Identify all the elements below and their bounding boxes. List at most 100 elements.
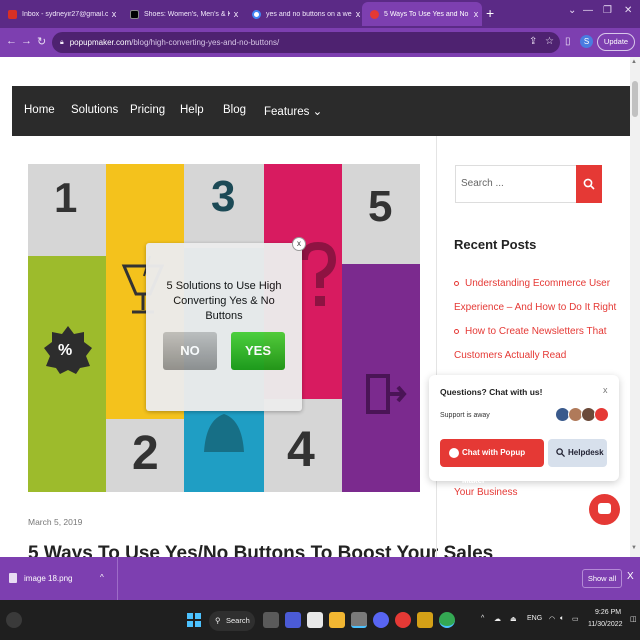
app-icon[interactable]	[417, 612, 433, 628]
chat-status: Support is away	[440, 412, 490, 419]
task-view-icon[interactable]	[263, 612, 279, 628]
search-input[interactable]: Search ...	[455, 165, 577, 203]
hero-digit-5: 5	[368, 182, 393, 231]
nav-pricing[interactable]: Pricing	[130, 104, 165, 116]
language-indicator[interactable]: ENG	[527, 615, 542, 622]
forward-icon[interactable]: →	[21, 35, 32, 47]
recent-post-link[interactable]: How to Create Newsletters That Customers…	[454, 320, 607, 368]
recent-post-line: Understanding Ecommerce User	[465, 278, 611, 289]
update-button[interactable]: Update	[597, 33, 635, 51]
file-explorer-icon[interactable]	[329, 612, 345, 628]
show-all-button[interactable]: Show all	[582, 569, 622, 588]
address-bar[interactable]: 🔒︎ popupmaker.com/blog/high-converting-y…	[52, 32, 560, 53]
chat-bubble-icon	[598, 503, 611, 514]
battery-icon[interactable]: ▭	[572, 615, 579, 623]
volume-icon[interactable]: 🔈︎	[560, 615, 564, 623]
store-icon	[130, 9, 139, 19]
page-scrollbar[interactable]: ▲ ▼	[630, 57, 640, 557]
lock-icon: 🔒︎	[60, 38, 64, 46]
window-close-icon[interactable]: ✕	[624, 5, 632, 16]
chevron-up-icon[interactable]: ^	[100, 573, 104, 582]
chat-launcher-button[interactable]	[589, 494, 620, 525]
chat-bubble-icon	[449, 448, 459, 458]
post-title: 5 Ways To Use Yes/No Buttons To Boost Yo…	[28, 543, 494, 557]
tab-title: yes and no buttons on a website	[266, 10, 352, 18]
maximize-icon[interactable]: ❐	[603, 5, 612, 16]
bullet-icon	[454, 280, 459, 286]
nav-blog[interactable]: Blog	[223, 104, 246, 116]
teams-icon[interactable]	[285, 612, 301, 628]
scrollbar-thumb[interactable]	[632, 81, 638, 117]
chat-widget: Questions? Chat with us! x Support is aw…	[429, 375, 619, 485]
scroll-up-icon[interactable]: ▲	[631, 59, 637, 65]
tab-title: Shoes: Women's, Men's & Kids S	[144, 10, 230, 18]
hero-digit-3: 3	[211, 172, 236, 221]
browser-toolbar: ← → ↻ 🔒︎ popupmaker.com/blog/high-conver…	[0, 28, 640, 57]
bullet-icon	[454, 328, 459, 334]
scroll-down-icon[interactable]: ▼	[631, 545, 637, 551]
chat-with-popup-maker-button[interactable]: Chat with Popup Maker	[440, 439, 544, 485]
hero-digit-2: 2	[132, 427, 159, 480]
helpdesk-button[interactable]: Helpdesk	[548, 439, 607, 467]
nav-features[interactable]: Features ⌄	[264, 104, 322, 118]
taskbar-search[interactable]: ⚲ Search	[209, 611, 255, 631]
popup-title: 5 Solutions to Use High Converting Yes &…	[166, 280, 282, 322]
yes-button[interactable]: YES	[231, 332, 285, 370]
tab-close-icon[interactable]: x	[108, 9, 120, 19]
tab-popupmaker-active[interactable]: 5 Ways To Use Yes and No Butto x	[362, 2, 482, 26]
widgets-icon[interactable]	[6, 612, 22, 628]
tab-close-icon[interactable]: x	[470, 9, 482, 19]
nav-home[interactable]: Home	[24, 104, 55, 116]
tray-chevron-icon[interactable]: ^	[481, 615, 484, 622]
search-icon: ⚲	[215, 616, 221, 625]
chrome-profile-icon[interactable]	[439, 612, 455, 628]
tab-search-chevron-icon[interactable]: ⌄	[568, 5, 576, 16]
site-navigation: Home Solutions Pricing Help Blog Feature…	[12, 86, 632, 136]
clock-date[interactable]: 11/30/2022	[588, 621, 623, 628]
profile-avatar[interactable]: S	[580, 35, 593, 48]
nav-solutions[interactable]: Solutions	[71, 104, 118, 116]
search-icon	[556, 448, 565, 457]
share-icon[interactable]: ⇪	[529, 36, 537, 47]
minimize-icon[interactable]: —	[583, 5, 593, 16]
clock-time[interactable]: 9:26 PM	[595, 609, 621, 616]
file-icon	[9, 573, 17, 583]
snipping-tool-icon[interactable]	[351, 612, 367, 628]
reload-icon[interactable]: ↻	[37, 35, 46, 48]
tab-gmail-inbox[interactable]: Inbox - sydneyir27@gmail.com x	[0, 2, 120, 26]
search-button[interactable]	[576, 165, 602, 203]
recent-post-line: Customers Actually Read	[454, 350, 567, 361]
download-item[interactable]: image 18.png ^	[0, 557, 118, 600]
tab-shoes[interactable]: Shoes: Women's, Men's & Kids S x	[122, 2, 242, 26]
notification-icon[interactable]: ◫	[630, 615, 637, 623]
tab-google-search[interactable]: yes and no buttons on a website x	[244, 2, 364, 26]
windows-start-icon[interactable]	[187, 613, 201, 627]
chrome-icon[interactable]	[395, 612, 411, 628]
recent-post-link[interactable]: Understanding Ecommerce User Experience …	[454, 272, 616, 320]
discord-icon[interactable]	[373, 612, 389, 628]
recent-post-line: Experience – And How to Do It Right	[454, 302, 617, 313]
back-icon[interactable]: ←	[6, 35, 17, 47]
nav-features-label: Features	[264, 106, 310, 118]
new-tab-button[interactable]: +	[486, 5, 494, 21]
popup-close-icon[interactable]: x	[292, 237, 306, 251]
usb-icon[interactable]: ⏏	[510, 615, 517, 623]
side-panel-icon[interactable]: ▯	[565, 36, 571, 47]
helpdesk-label: Helpdesk	[568, 448, 604, 457]
hero-digit-4: 4	[287, 421, 315, 477]
onedrive-icon[interactable]: ☁	[494, 615, 501, 623]
nav-help[interactable]: Help	[180, 104, 204, 116]
notepad-icon[interactable]	[307, 612, 323, 628]
wifi-icon[interactable]: ◠	[549, 615, 555, 623]
search-icon	[583, 178, 595, 190]
windows-taskbar: ⚲ Search ^ ☁ ⏏ ENG ◠ 🔈︎ ▭ 9:26 PM 11/30/…	[0, 600, 640, 640]
chat-question: Questions? Chat with us!	[440, 387, 543, 397]
download-bar-close-icon[interactable]: X	[627, 571, 634, 582]
taskbar-search-label: Search	[226, 616, 250, 625]
tab-close-icon[interactable]: x	[230, 9, 242, 19]
no-button[interactable]: NO	[163, 332, 217, 370]
chat-close-icon[interactable]: x	[603, 385, 608, 395]
bookmark-star-icon[interactable]: ☆	[545, 36, 554, 47]
browser-tab-strip: Inbox - sydneyir27@gmail.com x Shoes: Wo…	[0, 0, 640, 28]
chevron-down-icon: ⌄	[312, 106, 323, 118]
